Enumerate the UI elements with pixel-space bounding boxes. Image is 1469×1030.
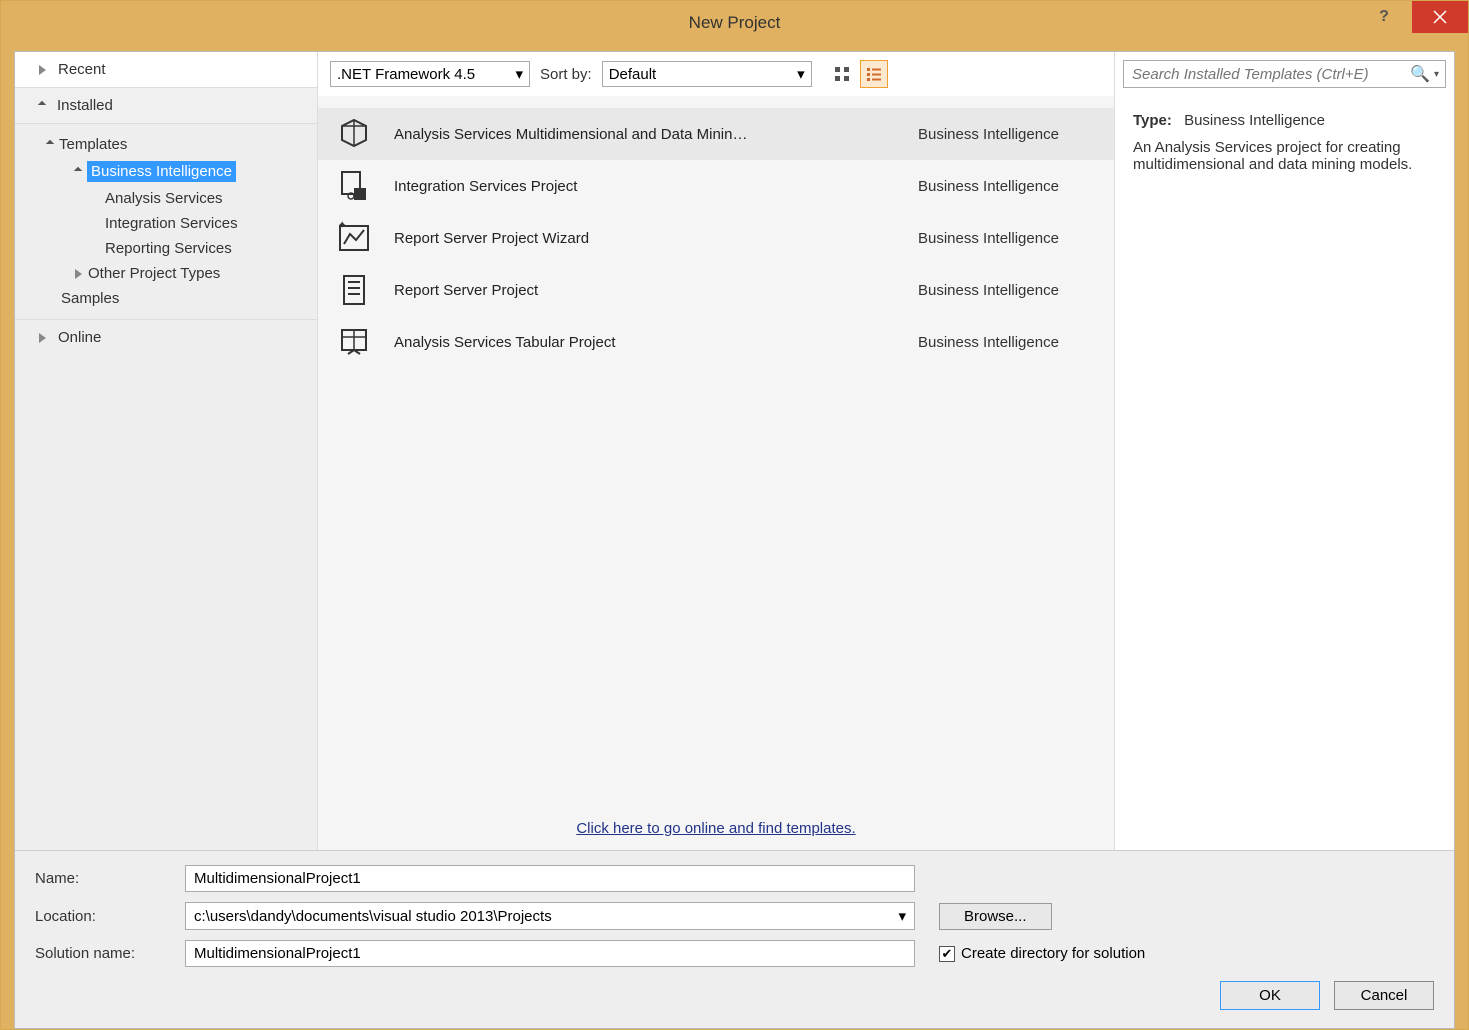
name-input[interactable]	[185, 865, 915, 892]
view-medium-icons-button[interactable]	[828, 60, 856, 88]
expand-icon	[75, 269, 82, 279]
sortby-dropdown[interactable]: Default ▾	[602, 61, 812, 87]
create-directory-label: Create directory for solution	[961, 945, 1145, 962]
expand-icon	[39, 65, 46, 75]
close-icon	[1433, 10, 1447, 24]
template-row[interactable]: Analysis Services Tabular Project Busine…	[318, 316, 1114, 368]
location-input[interactable]: c:\users\dandy\documents\visual studio 2…	[185, 902, 915, 930]
search-input[interactable]	[1130, 65, 1406, 84]
template-row[interactable]: ✦ Report Server Project Wizard Business …	[318, 212, 1114, 264]
svg-text:✦: ✦	[338, 220, 346, 231]
tree-templates[interactable]: Templates	[15, 132, 317, 157]
type-label: Type:	[1133, 112, 1172, 129]
search-icon[interactable]: 🔍	[1410, 64, 1430, 84]
help-button[interactable]: ?	[1356, 1, 1412, 33]
window-title: New Project	[689, 13, 781, 33]
tabular-icon	[334, 322, 374, 362]
template-row[interactable]: Analysis Services Multidimensional and D…	[318, 108, 1114, 160]
details-panel: 🔍 ▾ Type: Business Intelligence An Analy…	[1114, 52, 1454, 850]
name-label: Name:	[35, 870, 185, 887]
grid-icon	[834, 66, 850, 82]
sidebar-recent[interactable]: Recent	[15, 52, 317, 88]
template-row[interactable]: Report Server Project Business Intellige…	[318, 264, 1114, 316]
type-value: Business Intelligence	[1184, 112, 1325, 129]
browse-button[interactable]: Browse...	[939, 903, 1052, 930]
package-icon	[334, 166, 374, 206]
solution-name-label: Solution name:	[35, 945, 185, 962]
chevron-down-icon: ▾	[797, 65, 805, 83]
tree-samples[interactable]: Samples	[15, 286, 317, 311]
cancel-button[interactable]: Cancel	[1334, 981, 1434, 1010]
sidebar-online[interactable]: Online	[15, 319, 317, 355]
collapse-icon	[38, 100, 46, 108]
sidebar: Recent Installed Templates Busines	[15, 52, 318, 850]
titlebar: New Project ?	[1, 1, 1468, 45]
collapse-icon	[74, 166, 82, 174]
template-description: Type: Business Intelligence An Analysis …	[1115, 96, 1454, 189]
view-small-icons-button[interactable]	[860, 60, 888, 88]
templates-tree: Templates Business Intelligence Analysis…	[15, 124, 317, 319]
sidebar-installed[interactable]: Installed	[15, 88, 317, 124]
cube-icon	[334, 114, 374, 154]
sortby-label: Sort by:	[540, 66, 592, 83]
description-text: An Analysis Services project for creatin…	[1133, 139, 1436, 173]
chart-wizard-icon: ✦	[334, 218, 374, 258]
ok-button[interactable]: OK	[1220, 981, 1320, 1010]
tree-business-intelligence[interactable]: Business Intelligence	[15, 157, 317, 186]
tree-analysis-services[interactable]: Analysis Services	[15, 186, 317, 211]
location-label: Location:	[35, 908, 185, 925]
collapse-icon	[46, 139, 54, 147]
solution-name-input[interactable]	[185, 940, 915, 967]
expand-icon	[39, 333, 46, 343]
bottom-form: Name: Location: c:\users\dandy\documents…	[15, 850, 1454, 1028]
create-directory-checkbox[interactable]: ✔	[939, 946, 955, 962]
chevron-down-icon: ▾	[515, 65, 523, 83]
toolbar: .NET Framework 4.5 ▾ Sort by: Default ▾	[318, 52, 1114, 96]
chevron-down-icon[interactable]: ▾	[1434, 69, 1439, 80]
chevron-down-icon: ▾	[898, 907, 906, 925]
online-templates-link[interactable]: Click here to go online and find templat…	[318, 808, 1114, 850]
new-project-dialog: New Project ? Recent Installed	[0, 0, 1469, 1030]
framework-dropdown[interactable]: .NET Framework 4.5 ▾	[330, 61, 530, 87]
template-list: Analysis Services Multidimensional and D…	[318, 96, 1114, 808]
report-icon	[334, 270, 374, 310]
tree-integration-services[interactable]: Integration Services	[15, 211, 317, 236]
tree-reporting-services[interactable]: Reporting Services	[15, 236, 317, 261]
tree-other-project-types[interactable]: Other Project Types	[15, 261, 317, 286]
search-box[interactable]: 🔍 ▾	[1123, 60, 1446, 88]
template-row[interactable]: Integration Services Project Business In…	[318, 160, 1114, 212]
close-button[interactable]	[1412, 1, 1468, 33]
list-icon	[866, 66, 882, 82]
template-panel: .NET Framework 4.5 ▾ Sort by: Default ▾	[318, 52, 1114, 850]
